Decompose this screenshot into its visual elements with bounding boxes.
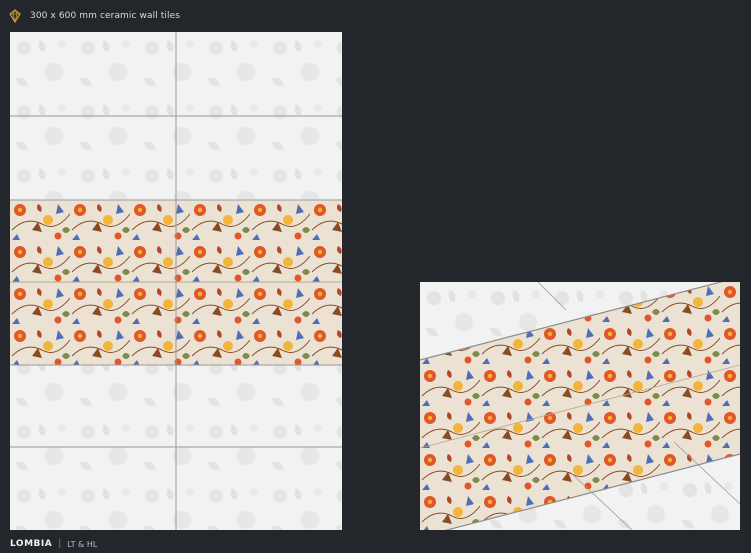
- footer-separator: |: [58, 539, 62, 549]
- tile-spec-text: 300 x 600 mm ceramic wall tiles: [30, 11, 181, 21]
- series-name: LOMBIA: [10, 539, 53, 549]
- footer: LOMBIA | LT & HL: [10, 538, 97, 550]
- straight-wall-tile-preview: [10, 32, 342, 530]
- tile-codes: LT & HL: [67, 539, 98, 549]
- angled-tile-preview: [420, 282, 740, 530]
- diamond-brand-logo-icon: [9, 9, 21, 23]
- header: 300 x 600 mm ceramic wall tiles: [8, 8, 180, 24]
